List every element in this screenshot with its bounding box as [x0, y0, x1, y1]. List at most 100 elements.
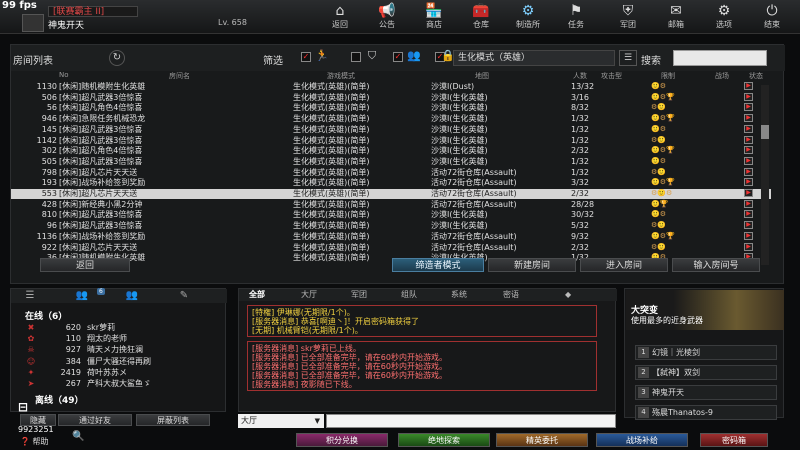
- chat-tab-lobby[interactable]: 大厅: [301, 289, 317, 301]
- table-row[interactable]: 193 [休闲]战场补给签到奖励 生化模式(英雄)(简单) 活动72街仓库(Assau…: [11, 178, 771, 188]
- add-friend-button[interactable]: 通过好友: [58, 414, 132, 426]
- friend-item[interactable]: ✖ 620 skr萝莉: [25, 322, 215, 333]
- play-icon[interactable]: ▶: [744, 221, 753, 230]
- back-button[interactable]: 返回: [40, 258, 130, 272]
- table-row[interactable]: 56 [休闲]超凡角色4倍惊喜 生化模式(英雄)(简单) 沙漠Ⅰ(生化英雄) 8/32 ⚙…: [11, 103, 771, 113]
- enter-room-button[interactable]: 进入房间: [580, 258, 668, 272]
- friends-tab-groups[interactable]: 👥: [117, 290, 147, 302]
- scrollbar[interactable]: [761, 85, 769, 265]
- chat-tab-all[interactable]: 全部: [249, 289, 265, 301]
- block-list-button[interactable]: 屏蔽列表: [136, 414, 210, 426]
- nav-announce-button[interactable]: 📢 公告: [367, 2, 407, 32]
- search-friend-icon[interactable]: 🔍: [72, 431, 84, 442]
- play-icon[interactable]: ▶: [744, 92, 753, 101]
- table-row[interactable]: 922 [休闲]超凡芯片天天送 生化模式(英雄)(简单) 活动72街仓库(Assaul…: [11, 242, 771, 253]
- row-mode: 生化模式(英雄)(简单): [293, 167, 370, 177]
- table-row[interactable]: 553 [休闲]超凡芯片天天送 生化模式(英雄)(简单) 活动72街仓库(Assaul…: [11, 189, 771, 199]
- online-section[interactable]: 在线（6）: [25, 309, 67, 322]
- table-row[interactable]: 1130 [休闲]随机模附生化英雄 生化模式(英雄)(简单) 沙漠Ⅰ(Dust) 13/…: [11, 82, 771, 92]
- play-icon[interactable]: ▶: [744, 167, 753, 176]
- bottom-tab-4[interactable]: 战场补给: [596, 433, 688, 447]
- filter-checkbox-3[interactable]: ✓: [393, 52, 403, 62]
- row-name: [休闲]超凡武器3倍惊喜: [59, 124, 143, 134]
- ranking-item[interactable]: 1 幻镜｜光棱剑: [635, 345, 777, 360]
- nav-label: 公告: [379, 20, 395, 29]
- table-row[interactable]: 946 [休闲]急限任务机械恐龙 生化模式(英雄)(简单) 沙漠Ⅰ(生化英雄) 1/32…: [11, 114, 771, 124]
- friend-item[interactable]: ☺ 384 僵尸大骚还得再刷: [25, 356, 215, 367]
- table-row[interactable]: 1142 [休闲]超凡武器3倍惊喜 生化模式(英雄)(简单) 沙漠Ⅰ(生化英雄) 1/3…: [11, 135, 771, 146]
- bottom-tab-2[interactable]: 绝地探索: [398, 433, 490, 447]
- table-row[interactable]: 145 [休闲]超凡武器3倍惊喜 生化模式(英雄)(简单) 沙漠Ⅰ(生化英雄) 1/32…: [11, 124, 771, 135]
- nav-mission-button[interactable]: ⚑ 任务: [556, 2, 596, 32]
- player-info[interactable]: [联赛霸主 II] 神鬼开天 Lv. 658: [22, 4, 252, 32]
- friends-tab-edit[interactable]: ✎: [169, 290, 199, 302]
- table-row[interactable]: 1136 [休闲]战场补给签到奖励 生化模式(英雄)(简单) 活动72街仓库(Assa…: [11, 231, 771, 242]
- ranking-item[interactable]: 2 【弑神】双剑: [635, 365, 777, 380]
- chat-tab-whisper[interactable]: 密语: [503, 289, 519, 301]
- help-link[interactable]: ❓ 帮助: [20, 436, 49, 447]
- friend-item[interactable]: ☠ 927 晴天メ力挽狂澜: [25, 344, 215, 355]
- chevron-down-icon: ▼: [314, 417, 320, 425]
- nav-warehouse-button[interactable]: 🧰 仓库: [461, 2, 501, 32]
- table-row[interactable]: 302 [休闲]超凡角色4倍惊喜 生化模式(英雄)(简单) 沙漠Ⅰ(生化英雄) 2/32…: [11, 146, 771, 156]
- play-icon[interactable]: ▶: [744, 178, 753, 187]
- nav-return-button[interactable]: ⌂ 返回: [320, 2, 360, 32]
- chat-input[interactable]: [326, 414, 616, 428]
- chat-tab-legion[interactable]: 军团: [351, 289, 367, 301]
- list-view-icon[interactable]: ☰: [619, 50, 637, 66]
- play-icon[interactable]: ▶: [744, 103, 753, 112]
- play-icon[interactable]: ▶: [744, 156, 753, 165]
- friends-tab-list[interactable]: ☰: [15, 290, 45, 302]
- new-room-button[interactable]: 新建房间: [488, 258, 576, 272]
- play-icon[interactable]: ▶: [744, 114, 753, 123]
- table-row[interactable]: 96 [休闲]超凡武器3倍惊喜 生化模式(英雄)(简单) 沙漠Ⅰ(生化英雄) 5/32 ⚙…: [11, 221, 771, 231]
- nav-factory-button[interactable]: ⚙ 制造所: [508, 2, 548, 32]
- play-icon[interactable]: ▶: [744, 146, 753, 155]
- row-no: 56: [46, 103, 57, 113]
- nav-legion-button[interactable]: ⛨ 军团: [608, 2, 648, 32]
- play-icon[interactable]: ▶: [744, 82, 753, 90]
- bottom-tab-5[interactable]: 密码箱: [700, 433, 768, 447]
- table-row[interactable]: 505 [休闲]超凡武器3倍惊喜 生化模式(英雄)(简单) 沙漠Ⅰ(生化英雄) 1/32…: [11, 156, 771, 167]
- row-count: 1/32: [571, 167, 589, 177]
- friends-tab-friends[interactable]: 👥: [67, 290, 97, 302]
- nav-shop-button[interactable]: 🏪 商店: [414, 2, 454, 32]
- play-icon[interactable]: ▶: [744, 210, 753, 219]
- play-icon[interactable]: ▶: [744, 135, 753, 144]
- play-icon[interactable]: ▶: [744, 231, 753, 240]
- bottom-tab-1[interactable]: 积分兑换: [296, 433, 388, 447]
- play-icon[interactable]: ▶: [744, 124, 753, 133]
- table-row[interactable]: 506 [休闲]超凡武器3倍惊喜 生化模式(英雄)(简单) 沙漠Ⅰ(生化英雄) 3/16…: [11, 92, 771, 103]
- chat-channel-select[interactable]: 大厅 ▼: [238, 414, 324, 428]
- ranking-item[interactable]: 4 殇晨Thanatos-9: [635, 405, 777, 420]
- filter-checkbox-2[interactable]: [351, 52, 361, 62]
- ranking-item[interactable]: 3 神鬼开天: [635, 385, 777, 400]
- play-icon[interactable]: ▶: [744, 242, 753, 251]
- table-row[interactable]: 798 [休闲]超凡芯片天天送 生化模式(英雄)(简单) 活动72街仓库(Assaul…: [11, 167, 771, 178]
- nav-options-button[interactable]: ⚙ 选项: [704, 2, 744, 32]
- chat-filter-icon[interactable]: ◆: [565, 289, 571, 301]
- bottom-tab-3[interactable]: 精英委托: [496, 433, 588, 447]
- chat-tab-system[interactable]: 系统: [451, 289, 467, 301]
- nav-mail-button[interactable]: ✉ 邮箱: [656, 2, 696, 32]
- search-input[interactable]: [673, 50, 767, 66]
- restriction-icons: 🙂⚙🏆: [651, 231, 675, 240]
- friend-item[interactable]: ➤ 267 产科大叔大鲨鱼ゞ: [25, 378, 215, 389]
- enter-room-number-button[interactable]: 输入房间号: [672, 258, 760, 272]
- play-icon[interactable]: ▶: [744, 199, 753, 208]
- creator-mode-button[interactable]: 缔造者模式: [392, 258, 484, 272]
- options-icon: ⚙: [717, 3, 731, 19]
- filter-checkbox-1[interactable]: ✓: [301, 52, 311, 62]
- play-icon[interactable]: ▶: [744, 189, 753, 197]
- friend-item[interactable]: ✦ 2419 荷叶苏苏メ: [25, 367, 215, 378]
- restriction-icons: 🙂⚙: [651, 156, 666, 165]
- nav-power-button[interactable]: ⏻ 结束: [752, 2, 792, 32]
- friend-item[interactable]: ✿ 110 翔太的老师: [25, 333, 215, 344]
- table-row[interactable]: 428 [休闲]新经典小黑2分钟 生化模式(英雄)(简单) 活动72街仓库(Assau…: [11, 199, 771, 210]
- mode-select[interactable]: 生化模式（英雄）: [453, 50, 615, 66]
- row-mode: 生化模式(英雄)(简单): [293, 124, 370, 134]
- chat-tab-team[interactable]: 组队: [401, 289, 417, 301]
- refresh-icon[interactable]: ↻: [109, 50, 125, 66]
- table-row[interactable]: 810 [休闲]超凡武器3倍惊喜 生化模式(英雄)(简单) 沙漠Ⅰ(生化英雄) 30/3…: [11, 210, 771, 220]
- avatar: [22, 14, 44, 32]
